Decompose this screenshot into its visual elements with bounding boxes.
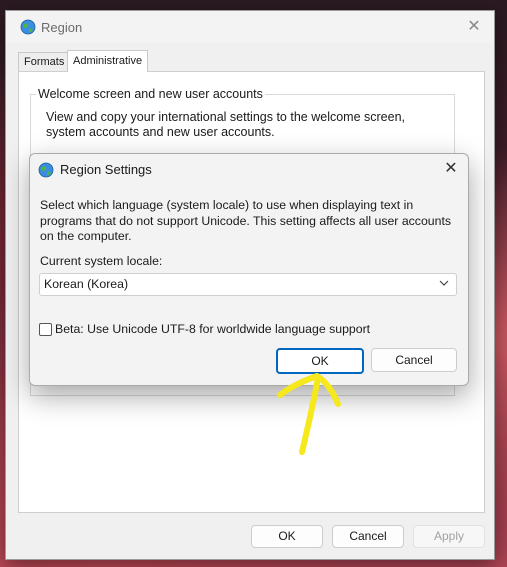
- groupbox-description: View and copy your international setting…: [46, 110, 405, 139]
- close-icon[interactable]: ✕: [462, 15, 486, 39]
- window-titlebar[interactable]: Region ✕: [6, 11, 494, 43]
- chevron-down-icon: [439, 280, 449, 286]
- dialog-description: Select which language (system locale) to…: [40, 198, 452, 243]
- tab-administrative[interactable]: Administrative: [67, 50, 149, 72]
- utf8-checkbox[interactable]: [39, 323, 52, 336]
- close-icon[interactable]: ✕: [440, 158, 462, 180]
- groupbox-legend: Welcome screen and new user accounts: [36, 87, 265, 101]
- cancel-button[interactable]: Cancel: [332, 525, 404, 548]
- dialog-ok-button[interactable]: OK: [276, 348, 364, 374]
- utf8-checkbox-label[interactable]: Beta: Use Unicode UTF-8 for worldwide la…: [55, 322, 370, 336]
- dialog-cancel-button[interactable]: Cancel: [371, 348, 457, 372]
- locale-label: Current system locale:: [40, 254, 163, 268]
- dialog-title: Region Settings: [60, 162, 152, 177]
- globe-icon: [38, 162, 54, 178]
- tab-formats[interactable]: Formats: [18, 52, 71, 71]
- system-locale-value: Korean (Korea): [44, 277, 129, 291]
- system-locale-select[interactable]: Korean (Korea): [39, 273, 457, 296]
- ok-button[interactable]: OK: [251, 525, 323, 548]
- region-settings-dialog: Region Settings ✕ Select which language …: [29, 153, 469, 386]
- apply-button[interactable]: Apply: [413, 525, 485, 548]
- globe-icon: [20, 19, 36, 35]
- window-title: Region: [41, 20, 83, 35]
